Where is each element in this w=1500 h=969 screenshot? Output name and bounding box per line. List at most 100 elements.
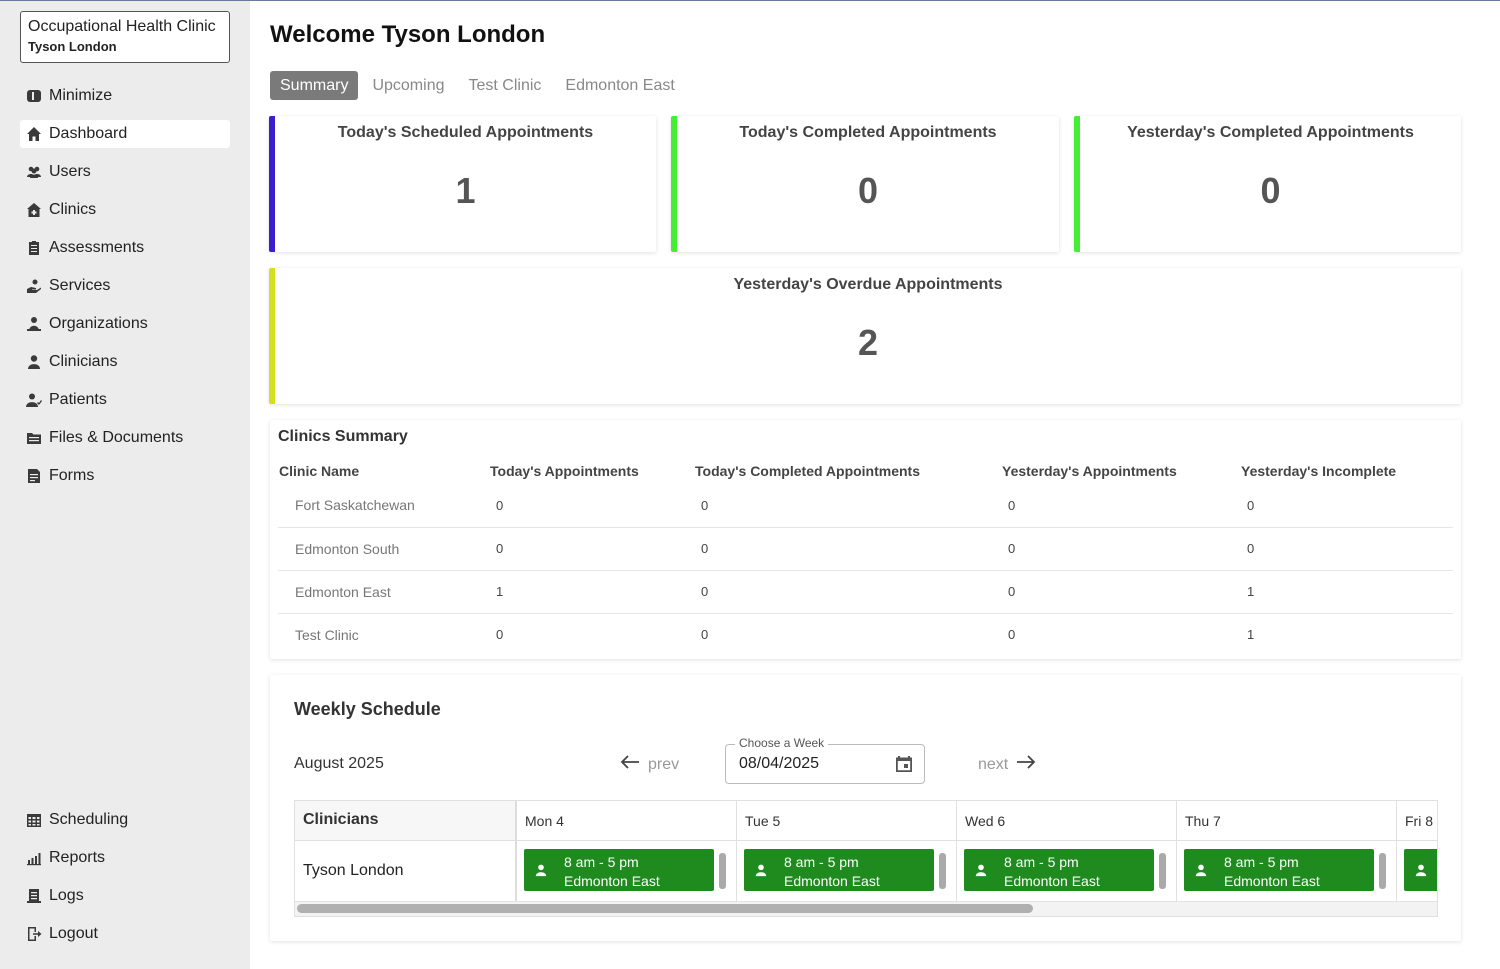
sidebar-item-label: Clinics [49,201,97,218]
clinician-name: Tyson London [295,841,517,901]
prev-week-button[interactable]: prev [620,755,679,774]
sidebar-item-reports[interactable]: Reports [20,844,230,872]
clinicians-header: Clinicians [295,801,517,841]
tab-summary[interactable]: Summary [270,71,359,100]
user-icon [1194,863,1208,880]
sidebar-item-patients[interactable]: Patients [20,386,230,414]
column-header[interactable]: Today's Completed Appointments [694,458,1001,484]
next-label: next [978,755,1009,773]
table-cell: 1 [489,570,694,614]
table-cell: 0 [1240,527,1453,571]
current-month: August 2025 [294,755,384,772]
stat-value: 0 [857,170,879,211]
week-date-input[interactable] [739,755,889,773]
bottom-nav: Scheduling Reports Logs Logout [20,806,230,958]
sidebar-item-files-documents[interactable]: Files & Documents [20,424,230,452]
clinic-icon [25,201,43,219]
sidebar-item-assessments[interactable]: Assessments [20,234,230,262]
column-header[interactable]: Clinic Name [278,458,489,484]
sidebar-item-label: Logout [49,925,98,942]
tab-test-clinic[interactable]: Test Clinic [458,71,551,100]
form-icon [25,467,43,485]
schedule-event[interactable]: 8 am - 5 pm Edmonton East [1404,849,1437,891]
sidebar-item-users[interactable]: Users [20,158,230,186]
day-header: Thu 7 [1177,801,1397,841]
clinics-summary-table: Clinic Name Today's Appointments Today's… [278,458,1453,656]
resize-handle[interactable] [1379,853,1386,889]
org-selector[interactable]: Occupational Health Clinic Tyson London [20,11,230,63]
schedule-event[interactable]: 8 am - 5 pm Edmonton East [1184,849,1374,891]
sidebar-item-label: Forms [49,467,95,484]
table-cell: 0 [694,484,1001,528]
stat-card-today-completed: Today's Completed Appointments 0 [671,116,1059,252]
resize-handle[interactable] [719,853,726,889]
sidebar-item-minimize[interactable]: Minimize [20,82,230,110]
table-row[interactable]: Fort Saskatchewan 0 0 0 0 [278,484,1453,528]
event-time: 8 am - 5 pm [1004,854,1079,870]
event-time: 8 am - 5 pm [784,854,859,870]
sidebar-item-label: Scheduling [49,811,129,828]
table-cell: 1 [1240,570,1453,614]
stat-value: 0 [1260,170,1281,211]
stat-title: Today's Completed Appointments [739,124,997,141]
user-icon [1414,863,1428,880]
column-header[interactable]: Yesterday's Appointments [1001,458,1240,484]
stat-card-today-scheduled: Today's Scheduled Appointments 1 [269,116,656,252]
event-location: Edmonton East [564,873,660,889]
sidebar-item-label: Assessments [49,239,145,256]
users-icon [25,163,43,181]
resize-handle[interactable] [1159,853,1166,889]
sidebar-item-organizations[interactable]: Organizations [20,310,230,338]
stat-title: Yesterday's Completed Appointments [1127,124,1414,141]
hand-service-icon [25,277,43,295]
resize-handle[interactable] [939,853,946,889]
table-row[interactable]: Test Clinic 0 0 0 1 [278,613,1453,656]
table-cell: 0 [1001,570,1240,614]
horizontal-scrollbar-thumb[interactable] [297,904,1033,913]
org-name: Occupational Health Clinic [28,18,216,35]
table-row[interactable]: Edmonton South 0 0 0 0 [278,527,1453,571]
clinic-name-cell: Edmonton South [278,527,489,571]
schedule-event[interactable]: 8 am - 5 pm Edmonton East [744,849,934,891]
sidebar-item-label: Patients [49,391,107,408]
tab-upcoming[interactable]: Upcoming [362,71,454,100]
next-week-button[interactable]: next [978,755,1036,774]
sidebar-item-dashboard[interactable]: Dashboard [20,120,230,148]
main-nav: Minimize Dashboard Users Clinics Assessm… [20,82,230,500]
sidebar-item-label: Clinicians [49,353,118,370]
main-content: Welcome Tyson London Summary Upcoming Te… [250,1,1500,969]
day-header: Tue 5 [737,801,957,841]
calendar-icon[interactable] [894,754,914,779]
clinic-name-cell: Edmonton East [278,570,489,614]
column-header[interactable]: Today's Appointments [489,458,694,484]
sidebar-item-clinicians[interactable]: Clinicians [20,348,230,376]
sidebar-item-services[interactable]: Services [20,272,230,300]
schedule-cell: 8 am - 5 pm Edmonton East [517,841,737,901]
stat-title: Yesterday's Overdue Appointments [733,276,1003,293]
chart-icon [25,849,43,867]
calendar-grid-icon [25,811,43,829]
sidebar-item-scheduling[interactable]: Scheduling [20,806,230,834]
stat-card-yesterday-completed: Yesterday's Completed Appointments 0 [1074,116,1461,252]
tab-edmonton-east[interactable]: Edmonton East [555,71,684,100]
dashboard-tabs: Summary Upcoming Test Clinic Edmonton Ea… [270,71,689,100]
table-header-row: Clinic Name Today's Appointments Today's… [278,458,1453,484]
column-header[interactable]: Yesterday's Incomplete [1240,458,1453,484]
schedule-cell: 8 am - 5 pm Edmonton East [1397,841,1437,901]
sidebar-item-label: Reports [49,849,106,866]
event-location: Edmonton East [1224,873,1320,889]
organization-icon [25,315,43,333]
table-row[interactable]: Edmonton East 1 0 0 1 [278,570,1453,614]
schedule-event[interactable]: 8 am - 5 pm Edmonton East [964,849,1154,891]
sidebar-item-clinics[interactable]: Clinics [20,196,230,224]
sidebar-item-logout[interactable]: Logout [20,920,230,948]
home-icon [25,125,43,143]
logs-icon [25,887,43,905]
week-picker[interactable]: Choose a Week [725,736,925,784]
clinics-summary-card: Clinics Summary Clinic Name Today's Appo… [270,420,1461,659]
sidebar-item-logs[interactable]: Logs [20,882,230,910]
schedule-event[interactable]: 8 am - 5 pm Edmonton East [524,849,714,891]
sidebar-item-forms[interactable]: Forms [20,462,230,490]
stat-title: Today's Scheduled Appointments [337,124,594,141]
week-picker-label: Choose a Week [735,736,829,750]
